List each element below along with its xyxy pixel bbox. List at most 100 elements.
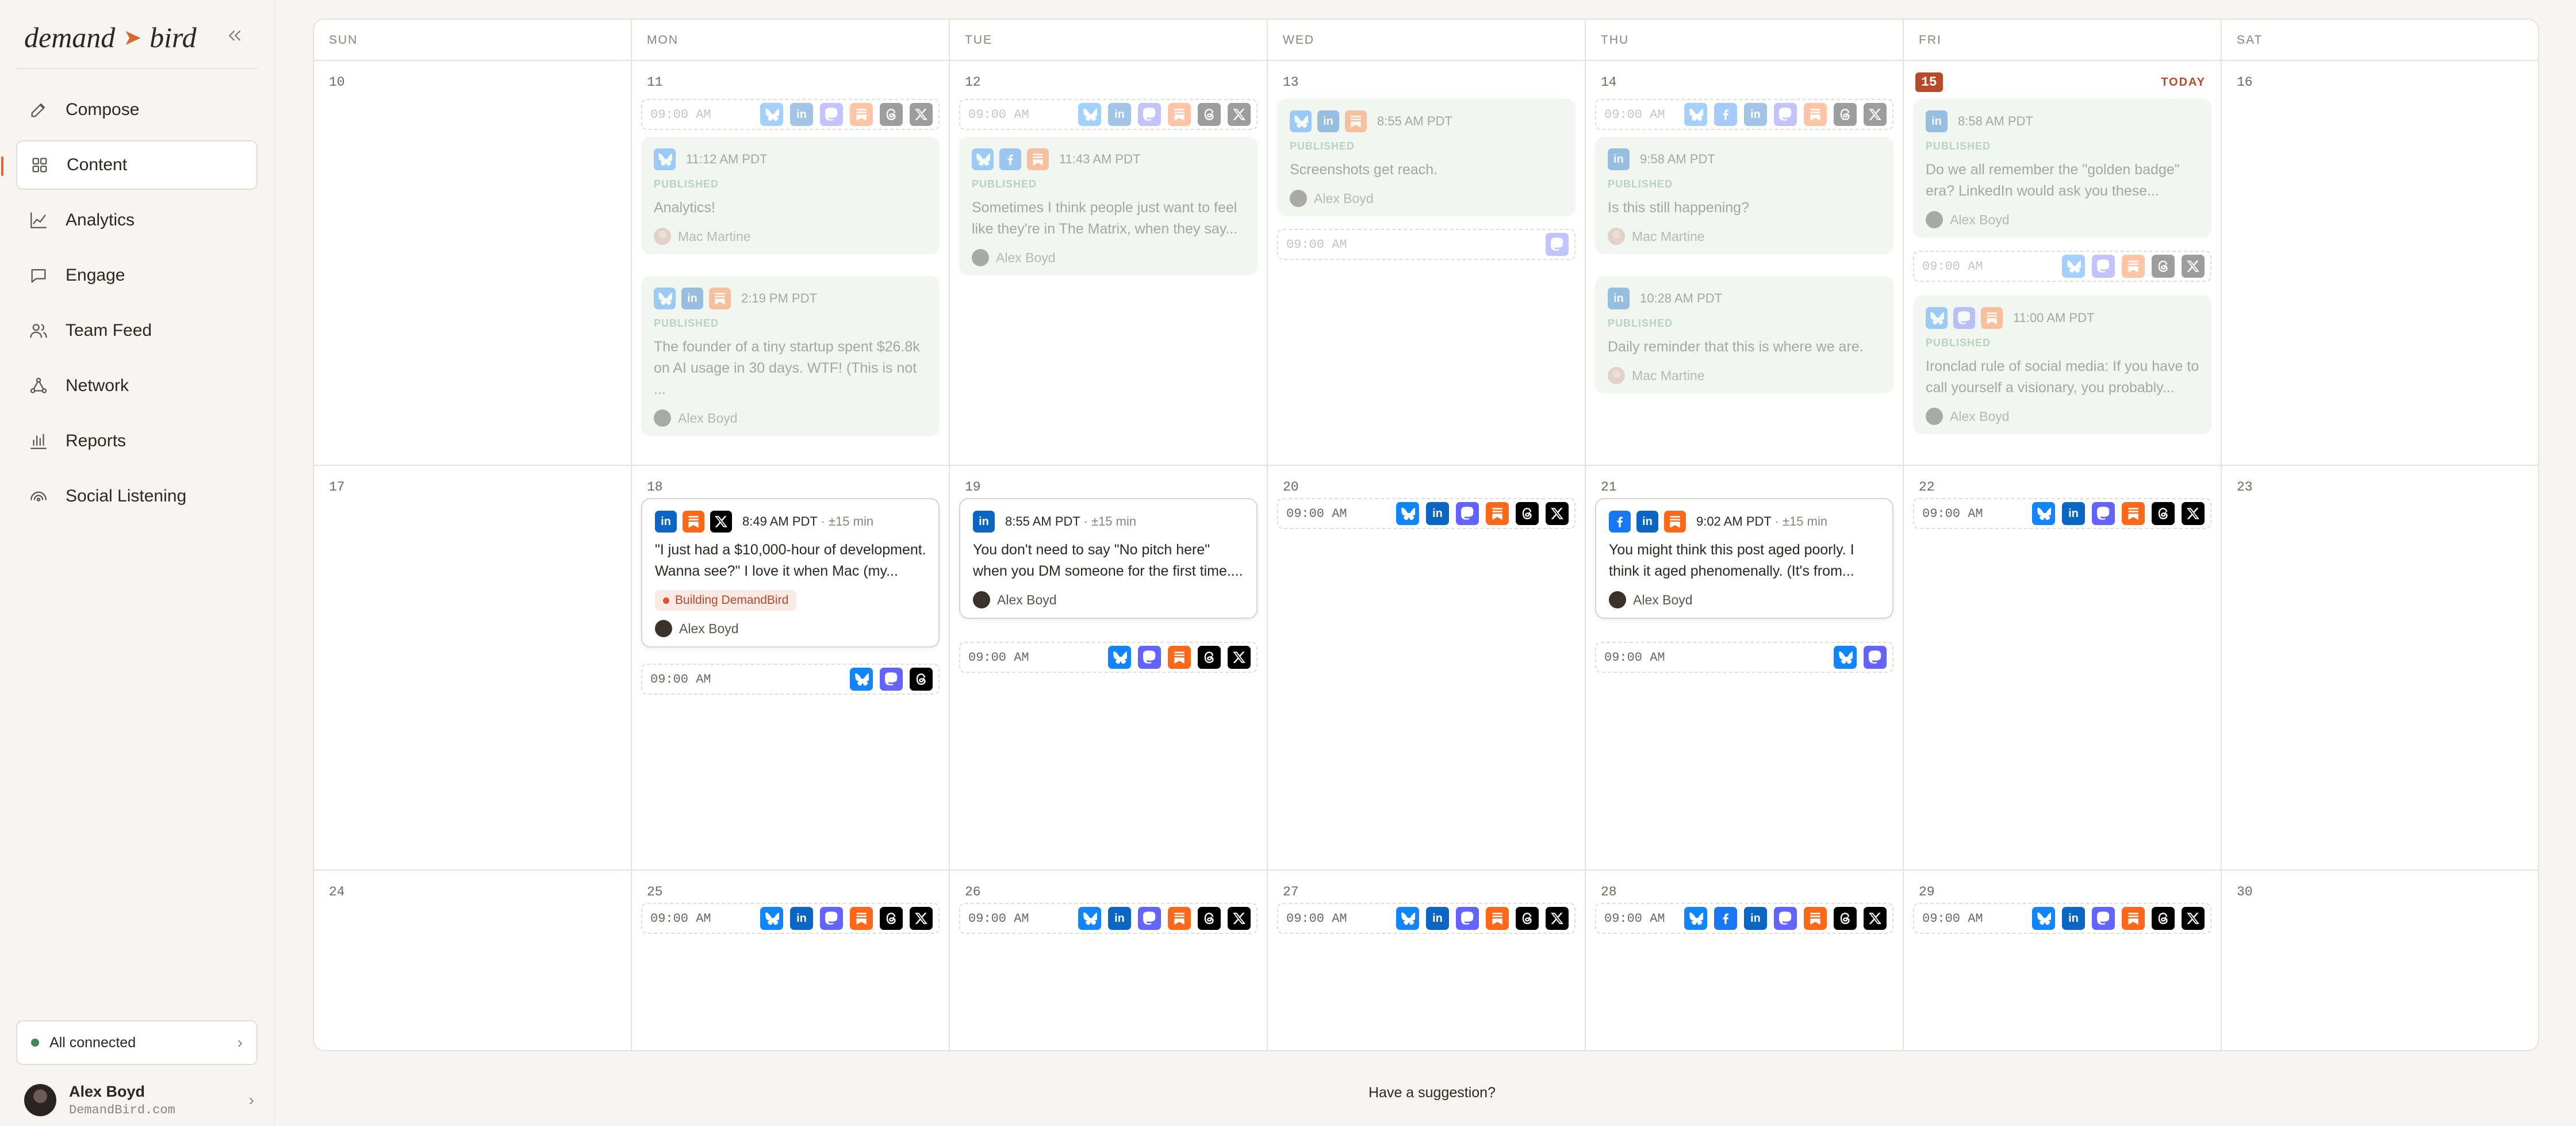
collapse-sidebar-button[interactable]	[222, 23, 247, 48]
published-post-card[interactable]: in 9:58 AM PDT PUBLISHED Is this still happ…	[1595, 137, 1893, 254]
day-cell-27[interactable]: 27 09:00 AM in	[1268, 871, 1586, 1050]
day-cell-26[interactable]: 26 09:00 AM in	[950, 871, 1268, 1050]
post-time-value: 8:49 AM PDT	[742, 514, 818, 528]
day-cell-21[interactable]: 21 in 9:02 AM PDT · ±15 min You might think…	[1586, 466, 1904, 871]
bluesky-icon	[1926, 307, 1948, 329]
author-name: Mac Martine	[678, 228, 751, 244]
facebook-icon	[999, 148, 1021, 170]
time-slot[interactable]: 09:00 AM in	[1595, 903, 1893, 934]
time-slot[interactable]: 09:00 AM	[959, 642, 1258, 673]
bar-chart-icon	[30, 434, 47, 449]
platform-icons: in	[1078, 103, 1251, 126]
time-slot[interactable]: 09:00 AM	[1595, 642, 1893, 673]
scheduled-post-card[interactable]: in 8:55 AM PDT · ±15 min You don't need to…	[959, 498, 1258, 619]
published-post-card[interactable]: 11:43 AM PDT PUBLISHED Sometimes I think p…	[959, 137, 1258, 275]
nav-item-network[interactable]: Network	[16, 361, 258, 411]
author-name: Alex Boyd	[1950, 212, 2010, 227]
x-icon	[1864, 907, 1887, 930]
day-cell-13[interactable]: 13 in 8:55 AM PDT PUBLISHED Screenshots get …	[1268, 61, 1586, 466]
user-name: Alex Boyd	[69, 1083, 145, 1100]
post-header: in 8:55 AM PDT · ±15 min	[973, 511, 1245, 533]
time-slot[interactable]: 09:00 AM in	[1913, 903, 2211, 934]
published-post-card[interactable]: in 8:55 AM PDT PUBLISHED Screenshots get re…	[1277, 99, 1575, 216]
day-cell-28[interactable]: 28 09:00 AM in	[1586, 871, 1904, 1050]
slot-time: 09:00 AM	[1922, 259, 1983, 274]
post-time: 8:55 AM PDT · ±15 min	[1005, 514, 1136, 529]
linkedin-icon: in	[1317, 110, 1339, 132]
day-cell-18[interactable]: 18 in 8:49 AM PDT · ±15 min "I just had a $…	[632, 466, 950, 871]
day-cell-12[interactable]: 12 09:00 AM in 11:43 AM PDT PUBLISHED Sometim…	[950, 61, 1268, 466]
nav-item-analytics[interactable]: Analytics	[16, 196, 258, 245]
time-slot[interactable]: 09:00 AM in	[1277, 903, 1575, 934]
post-text: Screenshots get reach.	[1290, 162, 1438, 178]
connection-status[interactable]: All connected ›	[16, 1020, 258, 1065]
bluesky-icon	[1684, 103, 1707, 126]
post-time: 8:49 AM PDT · ±15 min	[742, 514, 873, 529]
published-label: PUBLISHED	[1608, 178, 1673, 190]
day-cell-24[interactable]: 24	[314, 871, 632, 1050]
day-cell-15[interactable]: 15 TODAY in 8:58 AM PDT PUBLISHED Do we all r…	[1904, 61, 2222, 466]
user-menu[interactable]: Alex Boyd DemandBird.com ›	[24, 1081, 254, 1119]
nav-item-engage[interactable]: Engage	[16, 251, 258, 300]
time-slot[interactable]: 09:00 AM	[1913, 251, 2211, 282]
day-cell-10[interactable]: 10	[314, 61, 632, 466]
time-slot[interactable]: 09:00 AM in	[1595, 99, 1893, 130]
post-header: in 8:55 AM PDT	[1290, 110, 1564, 132]
time-slot[interactable]: 09:00 AM	[641, 664, 940, 695]
nav-item-label: Engage	[66, 266, 125, 285]
nav-item-social-listening[interactable]: Social Listening	[16, 472, 258, 521]
platform-icons: in	[1396, 907, 1569, 930]
platform-icons	[2062, 255, 2205, 278]
day-cell-23[interactable]: 23	[2222, 466, 2538, 871]
suggestion-link[interactable]: Have a suggestion?	[1368, 1085, 1496, 1101]
nav-item-label: Content	[67, 155, 128, 174]
day-cell-20[interactable]: 20 09:00 AM in	[1268, 466, 1586, 871]
nav-item-compose[interactable]: Compose	[16, 85, 258, 135]
linkedin-icon: in	[1636, 511, 1658, 533]
post-author: Mac Martine	[654, 228, 928, 245]
nav-item-reports[interactable]: Reports	[16, 416, 258, 466]
published-label: PUBLISHED	[972, 178, 1037, 190]
day-cell-17[interactable]: 17	[314, 466, 632, 871]
scheduled-post-card[interactable]: in 9:02 AM PDT · ±15 min You might think t…	[1595, 498, 1893, 619]
nav-item-team-feed[interactable]: Team Feed	[16, 306, 258, 355]
user-domain: DemandBird.com	[69, 1103, 175, 1117]
post-time-value: 11:43 AM PDT	[1059, 152, 1141, 166]
day-cell-29[interactable]: 29 09:00 AM in	[1904, 871, 2222, 1050]
brand-logo[interactable]: demand ➤ bird	[24, 20, 197, 55]
published-post-card[interactable]: 11:12 AM PDT PUBLISHED Analytics! Mac Marti…	[641, 137, 940, 254]
post-time-value: 10:28 AM PDT	[1640, 291, 1723, 305]
time-slot[interactable]: 09:00 AM in	[959, 903, 1258, 934]
day-cell-30[interactable]: 30	[2222, 871, 2538, 1050]
day-number: 15	[1915, 72, 1943, 92]
mastodon-icon	[820, 103, 843, 126]
day-number: 17	[329, 480, 345, 495]
x-icon	[1546, 502, 1569, 525]
day-cell-14[interactable]: 14 09:00 AM in in 9:58 AM PDT PUBLISHED Is thi…	[1586, 61, 1904, 466]
nav-item-content[interactable]: Content	[1, 140, 258, 190]
time-slot[interactable]: 09:00 AM in	[641, 903, 940, 934]
published-post-card[interactable]: in 8:58 AM PDT PUBLISHED Do we all remember…	[1913, 99, 2211, 238]
day-cell-11[interactable]: 11 09:00 AM in 11:12 AM PDT PUBLISHED Analyti…	[632, 61, 950, 466]
day-cell-19[interactable]: 19 in 8:55 AM PDT · ±15 min You don't need …	[950, 466, 1268, 871]
published-post-card[interactable]: in 10:28 AM PDT PUBLISHED Daily reminder th…	[1595, 276, 1893, 393]
slot-time: 09:00 AM	[1922, 911, 1983, 926]
time-slot[interactable]: 09:00 AM	[1277, 229, 1575, 260]
published-post-card[interactable]: 11:00 AM PDT PUBLISHED Ironclad rule of so…	[1913, 296, 2211, 434]
day-cell-25[interactable]: 25 09:00 AM in	[632, 871, 950, 1050]
published-post-card[interactable]: in 2:19 PM PDT PUBLISHED The founder of a t…	[641, 276, 940, 436]
time-slot[interactable]: 09:00 AM in	[641, 99, 940, 130]
time-slot[interactable]: 09:00 AM in	[959, 99, 1258, 130]
time-slot[interactable]: 09:00 AM in	[1277, 498, 1575, 529]
day-cell-22[interactable]: 22 09:00 AM in	[1904, 466, 2222, 871]
post-time: 9:02 AM PDT · ±15 min	[1696, 514, 1827, 529]
linkedin-icon: in	[655, 511, 677, 533]
time-slot[interactable]: 09:00 AM in	[1913, 498, 2211, 529]
slot-time: 09:00 AM	[968, 107, 1029, 122]
post-author: Alex Boyd	[973, 591, 1245, 608]
platform-icons: in	[760, 907, 933, 930]
scheduled-post-card[interactable]: in 8:49 AM PDT · ±15 min "I just had a $10…	[641, 498, 940, 648]
post-body: PUBLISHED Daily reminder that this is whe…	[1608, 317, 1882, 384]
day-cell-16[interactable]: 16	[2222, 61, 2538, 466]
post-tag[interactable]: Building DemandBird	[655, 590, 797, 611]
